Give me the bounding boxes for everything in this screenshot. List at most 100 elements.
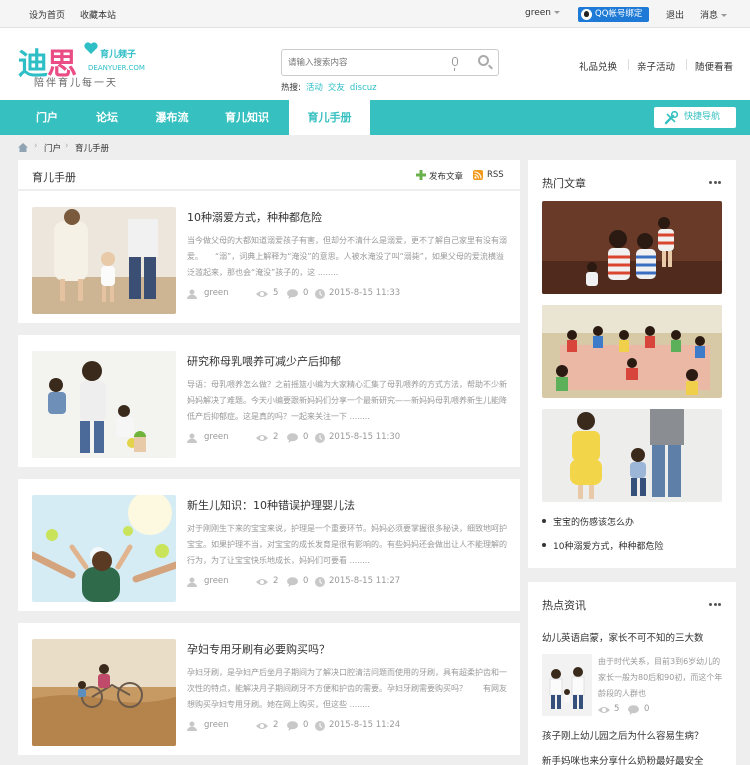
article-meta: green 5 0 2015-8-15 11:33 [187, 288, 507, 300]
article-excerpt: 当今做父母的大都知道溺爱孩子有害，但却分不清什么是溺爱，更不了解自己家里有没有溺… [187, 236, 507, 277]
qq-bind-button[interactable]: QQ帐号绑定 [578, 7, 649, 22]
author-icon [187, 289, 197, 299]
user-menu[interactable]: green [525, 8, 560, 18]
article-thumbnail[interactable] [32, 639, 176, 746]
article-title[interactable]: 研究称母乳喂养可减少产后抑郁 [187, 353, 507, 369]
article-date: 2015-8-15 11:24 [329, 720, 401, 730]
divider [686, 59, 687, 70]
divider [628, 59, 629, 70]
set-home-link[interactable]: 设为首页 [29, 8, 65, 21]
qq-bind-label: QQ帐号绑定 [595, 9, 643, 19]
hot-term-link[interactable]: 交友 [328, 83, 345, 93]
views-icon [256, 291, 268, 297]
post-article-label: 发布文章 [429, 172, 464, 182]
breadcrumb-separator: › [34, 141, 38, 151]
article-author[interactable]: green [204, 288, 229, 298]
breadcrumb-current[interactable]: 育儿手册 [75, 142, 109, 154]
nav-item-portal[interactable]: 门户 [22, 100, 72, 135]
search-input[interactable] [288, 56, 438, 70]
microphone-icon[interactable] [452, 57, 458, 71]
search-icon[interactable] [478, 55, 489, 66]
messages-label: 消息 [700, 11, 719, 21]
nav-item-forum[interactable]: 论坛 [82, 100, 132, 135]
article-date: 2015-8-15 11:33 [329, 288, 401, 298]
hot-article-image[interactable] [542, 305, 722, 398]
comments-icon [287, 721, 298, 731]
bookmark-link[interactable]: 收藏本站 [80, 8, 116, 21]
article-title[interactable]: 10种溺爱方式，种种都危险 [187, 209, 507, 225]
nav-item-waterfall[interactable]: 瀑布流 [142, 100, 202, 135]
nav-item-parenting-handbook[interactable]: 育儿手册 [289, 100, 370, 135]
article-comments: 0 [303, 576, 309, 586]
article-title[interactable]: 新生儿知识：10种错误护理婴儿法 [187, 497, 507, 513]
username: green [525, 8, 551, 18]
rss-link[interactable]: RSS [473, 170, 504, 180]
post-article-button[interactable]: 发布文章 [416, 170, 463, 182]
article-views: 2 [273, 576, 279, 586]
article-title[interactable]: 孕妇专用牙刷有必要购买吗？ [187, 641, 507, 657]
article-author[interactable]: green [204, 432, 229, 442]
nav-item-parenting-knowledge[interactable]: 育儿知识 [212, 100, 282, 135]
article-author[interactable]: green [204, 576, 229, 586]
hot-articles-title: 热门文章 [542, 177, 586, 190]
article-meta: green 2 0 2015-8-15 11:24 [187, 720, 507, 732]
clock-icon [315, 577, 325, 587]
rss-icon [473, 170, 483, 180]
hot-news-title: 热点资讯 [542, 599, 586, 612]
hot-term-link[interactable]: 活动 [306, 83, 323, 93]
breadcrumb-portal[interactable]: 门户 [44, 142, 61, 154]
search-box [281, 49, 499, 76]
news-title[interactable]: 孩子刚上幼儿园之后为什么容易生病？ [542, 728, 704, 742]
article-thumbnail[interactable] [32, 207, 176, 314]
chevron-down-icon [721, 14, 728, 17]
article-thumbnail[interactable] [32, 351, 176, 458]
hot-article-link[interactable]: 10种溺爱方式，种种都危险 [542, 539, 663, 552]
author-icon [187, 721, 197, 731]
comments-icon [628, 705, 639, 715]
article-item: 新生儿知识：10种错误护理婴儿法 对于刚刚生下来的宝宝来说，护理是一个重要环节。… [18, 479, 520, 611]
hot-term-link[interactable]: discuz [350, 83, 377, 93]
parent-child-activity-link[interactable]: 亲子活动 [637, 59, 675, 73]
news-thumbnail[interactable] [542, 654, 592, 716]
article-comments: 0 [303, 288, 309, 298]
heart-icon [84, 42, 98, 54]
home-icon[interactable] [18, 143, 28, 152]
article-author[interactable]: green [204, 720, 229, 730]
panel-title: 育儿手册 [32, 171, 76, 184]
article-views: 5 [273, 288, 279, 298]
news-title[interactable]: 幼儿英语启蒙，家长不可不知的三大数 [542, 630, 704, 644]
tools-icon [664, 111, 678, 125]
gift-exchange-link[interactable]: 礼品兑换 [579, 59, 617, 73]
article-excerpt: 导语：母乳喂养怎么做？之前摇篮小编为大家精心汇集了母乳喂养的方式方法，帮助不少新… [187, 380, 507, 421]
news-title[interactable]: 新手妈咪也来分享什么奶粉最好最安全 [542, 753, 704, 765]
hot-search: 热搜: 活动 交友 discuz [281, 81, 377, 93]
article-meta: green 2 0 2015-8-15 11:27 [187, 576, 507, 588]
news-views: 5 [614, 704, 620, 714]
news-comments: 0 [644, 704, 650, 714]
article-comments: 0 [303, 432, 309, 442]
messages-menu[interactable]: 消息 [700, 8, 728, 21]
article-views: 2 [273, 432, 279, 442]
hot-article-image[interactable] [542, 201, 722, 294]
views-icon [598, 707, 610, 713]
article-views: 2 [273, 720, 279, 730]
views-icon [256, 435, 268, 441]
plus-icon [416, 170, 426, 180]
more-icon[interactable] [709, 181, 721, 184]
top-bar: 设为首页 收藏本站 green QQ帐号绑定 退出 消息 [0, 0, 750, 28]
hot-news-panel: 热点资讯 幼儿英语启蒙，家长不可不知的三大数 由于时代关系，目前3到6岁幼儿的家… [528, 582, 736, 765]
comments-icon [287, 289, 298, 299]
quick-nav-button[interactable]: 快捷导航 [654, 107, 736, 128]
hot-article-link[interactable]: 宝宝的伤感该怎么办 [542, 515, 634, 528]
news-meta: 5 0 [598, 704, 724, 716]
article-thumbnail[interactable] [32, 495, 176, 602]
rss-label: RSS [487, 170, 504, 180]
hot-search-label: 热搜: [281, 83, 301, 93]
hot-article-image[interactable] [542, 409, 722, 502]
random-browse-link[interactable]: 随便看看 [695, 59, 733, 73]
comments-icon [287, 433, 298, 443]
more-icon[interactable] [709, 603, 721, 606]
article-date: 2015-8-15 11:27 [329, 576, 401, 586]
logout-link[interactable]: 退出 [666, 8, 684, 21]
article-item: 10种溺爱方式，种种都危险 当今做父母的大都知道溺爱孩子有害，但却分不清什么是溺… [18, 191, 520, 323]
